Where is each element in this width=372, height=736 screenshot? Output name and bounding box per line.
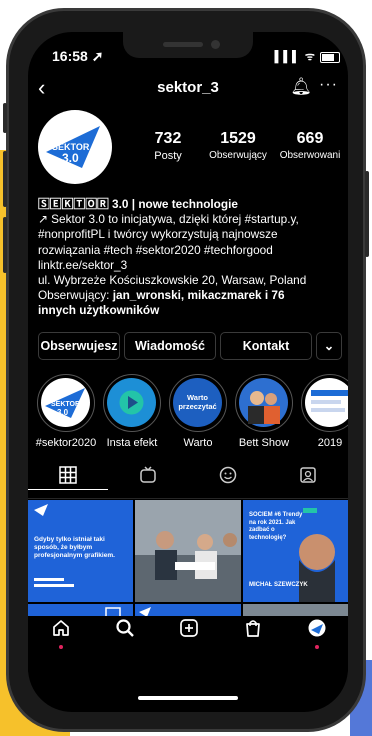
stat-posts-value: 732 xyxy=(154,130,182,147)
profile-bio: 🅂🄴🄺🅃🄾🅁 3.0 | nowe technologie ↗ Sektor 3… xyxy=(38,197,343,319)
plus-icon xyxy=(180,619,198,637)
tab-igtv[interactable] xyxy=(108,466,188,489)
highlight-label: 2019 xyxy=(317,437,343,449)
stat-followers[interactable]: 1529 Obserwujący xyxy=(196,130,280,161)
profile-tabs xyxy=(28,462,348,499)
highlight-sektor2020[interactable]: SEKTOR 3.0 #sektor2020 xyxy=(34,374,98,449)
stat-followers-label: Obserwujący xyxy=(209,150,267,161)
highlight-cover: SEKTOR 3.0 xyxy=(41,378,90,427)
grid-post[interactable] xyxy=(135,500,241,602)
highlight-ring xyxy=(103,374,161,432)
highlight-cover xyxy=(239,378,288,427)
signal-icon: ▌▌▌ ᯤ xyxy=(274,51,316,63)
svg-text:3.0: 3.0 xyxy=(62,151,79,165)
grid-post[interactable]: SOCIEM #6 Trendy na rok 2021. Jak zadbać… xyxy=(243,500,348,602)
following-button[interactable]: Obserwujesz xyxy=(38,332,120,360)
profile-header: ‹ sektor_3 🔔︎ ··· xyxy=(28,76,348,104)
highlight-label: Warto xyxy=(183,437,213,449)
highlight-insta-efekt[interactable]: Insta efekt xyxy=(100,374,164,449)
volume-down-button xyxy=(3,217,7,273)
home-indicator xyxy=(138,696,238,700)
profile-icon xyxy=(308,619,326,637)
bio-name: 🅂🄴🄺🅃🄾🅁 3.0 | nowe technologie xyxy=(38,197,238,211)
followed-by-suffix: innych użytkowników xyxy=(38,303,160,318)
power-button xyxy=(365,171,369,257)
stat-posts-label: Posty xyxy=(154,150,182,162)
followed-by[interactable]: Obserwujący: jan_wronski, mikaczmarek i … xyxy=(38,288,343,303)
stat-following[interactable]: 669 Obserwowani xyxy=(274,130,346,161)
nav-home[interactable] xyxy=(46,618,76,649)
highlight-warto[interactable]: Warto przeczytać Warto xyxy=(166,374,230,449)
highlight-bett-show[interactable]: Bett Show xyxy=(232,374,296,449)
tab-guides[interactable] xyxy=(188,466,268,489)
message-button[interactable]: Wiadomość xyxy=(124,332,216,360)
search-icon xyxy=(116,619,134,637)
highlight-label: #sektor2020 xyxy=(35,437,97,449)
notification-dot xyxy=(315,645,319,649)
notification-dot xyxy=(59,645,63,649)
highlight-label: Bett Show xyxy=(238,437,290,449)
bottom-nav xyxy=(28,616,348,672)
highlight-ring xyxy=(235,374,293,432)
post-text: Gdyby tylko istniał taki sposób, że byłb… xyxy=(34,536,115,559)
post-author: MICHAŁ SZEWCZYK xyxy=(249,582,308,588)
nav-profile[interactable] xyxy=(302,618,332,649)
stat-following-value: 669 xyxy=(296,130,324,147)
home-icon xyxy=(53,620,69,636)
play-icon xyxy=(119,390,144,415)
highlight-cover xyxy=(305,378,348,427)
mute-switch xyxy=(3,103,7,133)
bio-line: rozwiązania #tech #sektor2020 #techforgo… xyxy=(38,242,273,257)
post-photo xyxy=(135,500,241,602)
tab-indicator xyxy=(28,488,108,490)
bell-icon[interactable]: 🔔︎ xyxy=(290,77,312,97)
bio-line: ↗ Sektor 3.0 to inicjatywa, dzięki które… xyxy=(38,212,299,227)
volume-up-button xyxy=(3,151,7,207)
post-text: SOCIEM #6 Trendy na rok 2021. Jak zadbać… xyxy=(249,512,303,541)
more-icon[interactable]: ··· xyxy=(319,76,338,94)
followed-by-prefix: Obserwujący: xyxy=(38,288,113,303)
battery-icon xyxy=(320,51,340,63)
chevron-down-icon[interactable]: ⌄ xyxy=(316,332,342,360)
avatar[interactable]: SEKTOR 3.0 xyxy=(38,110,112,184)
grid-icon xyxy=(59,466,77,484)
bio-link[interactable]: linktr.ee/sektor_3 xyxy=(38,258,343,273)
speaker xyxy=(163,42,203,47)
highlight-ring: Warto przeczytać xyxy=(169,374,227,432)
highlight-cover xyxy=(107,378,156,427)
tv-icon xyxy=(140,466,156,483)
nav-shop[interactable] xyxy=(238,618,268,643)
tab-tagged[interactable] xyxy=(268,466,348,489)
shop-icon xyxy=(246,620,260,637)
highlight-2019[interactable]: 2019 xyxy=(298,374,348,449)
tagged-icon xyxy=(300,467,316,483)
bio-address[interactable]: ul. Wybrzeże Kościuszkowskie 20, Warsaw,… xyxy=(38,273,343,288)
bio-line: #nonprofitPL i twórcy wykorzystują najno… xyxy=(38,227,278,242)
tab-grid[interactable] xyxy=(28,466,108,490)
highlight-cover-text: Warto przeczytać xyxy=(173,378,222,427)
highlight-ring: SEKTOR 3.0 xyxy=(37,374,95,432)
status-icons: ▌▌▌ ᯤ xyxy=(274,49,340,64)
stat-following-label: Obserwowani xyxy=(279,150,341,161)
stat-posts[interactable]: 732 Posty xyxy=(134,130,202,162)
grid-post[interactable]: Gdyby tylko istniał taki sposób, że byłb… xyxy=(28,500,133,602)
nav-search[interactable] xyxy=(110,618,140,643)
highlight-label: Insta efekt xyxy=(106,437,158,449)
sektor-logo-icon: SEKTOR 3.0 xyxy=(46,126,100,168)
stat-followers-value: 1529 xyxy=(220,130,256,147)
contact-button[interactable]: Kontakt xyxy=(220,332,312,360)
followed-by-names: jan_wronski, mikaczmarek i 76 xyxy=(112,288,285,303)
svg-text:SEKTOR: SEKTOR xyxy=(51,401,80,408)
nav-create[interactable] xyxy=(174,618,204,643)
status-time: 16:58 ➚ xyxy=(52,48,104,64)
status-bar: 16:58 ➚ ▌▌▌ ᯤ xyxy=(28,48,348,68)
svg-text:3.0: 3.0 xyxy=(57,408,69,417)
smiley-icon xyxy=(219,466,237,484)
phone-screen: 16:58 ➚ ▌▌▌ ᯤ ‹ sektor_3 🔔︎ ··· SEKTOR 3… xyxy=(28,32,348,712)
highlight-ring xyxy=(301,374,348,432)
